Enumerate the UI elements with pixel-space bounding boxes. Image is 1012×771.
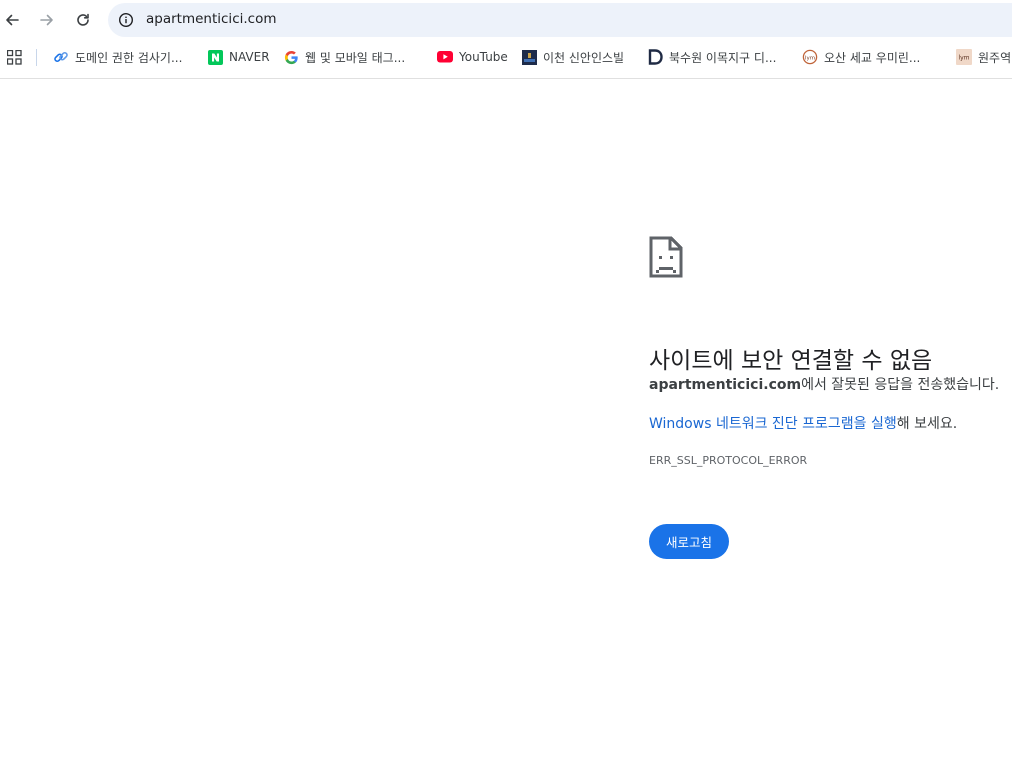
bookmark-label: 도메인 권한 검사기... (75, 50, 183, 65)
bookmark-label: 이천 신안인스빌 (543, 50, 625, 65)
error-host: apartmenticici.com (649, 377, 802, 393)
error-description-text: 에서 잘못된 응답을 전송했습니다. (801, 377, 1000, 393)
svg-text:lym: lym (958, 55, 969, 62)
bookmark-osan-umirin[interactable]: lym 오산 세교 우미린... (802, 44, 920, 70)
url-text[interactable]: apartmenticici.com (146, 11, 277, 27)
youtube-icon (437, 49, 453, 65)
site-info-icon[interactable] (118, 12, 134, 28)
bookmark-label: 북수원 이목지구 디... (669, 50, 777, 65)
svg-text:lym: lym (805, 55, 815, 61)
back-arrow-icon (6, 14, 19, 26)
error-description: apartmenticici.com에서 잘못된 응답을 전송했습니다. (649, 374, 999, 394)
refresh-icon (77, 13, 89, 26)
forward-arrow-icon (40, 14, 53, 26)
bookmark-label: NAVER (229, 50, 270, 64)
lym-square-icon: lym (956, 49, 972, 65)
error-suggestion-text: 해 보세요. (896, 416, 958, 432)
bookmark-icheon-sinan[interactable]: 이천 신안인스빌 (521, 44, 624, 70)
error-suggestion: Windows 네트워크 진단 프로그램을 실행해 보세요. (649, 413, 957, 433)
browser-toolbar: apartmenticici.com 도메인 권한 검사기... NAVER 웹… (0, 0, 1012, 79)
error-title: 사이트에 보안 연결할 수 없음 (649, 348, 933, 375)
bookmark-label: YouTube (459, 50, 508, 64)
bookmark-label: 오산 세교 우미린... (824, 50, 921, 65)
d-logo-icon (647, 49, 663, 65)
bookmarks-divider (36, 49, 37, 66)
apps-grid-icon[interactable] (7, 50, 22, 65)
bookmark-label: 웹 및 모바일 태그... (305, 50, 406, 65)
bookmark-naver[interactable]: NAVER (207, 44, 270, 70)
forward-button[interactable] (35, 8, 59, 32)
lym-circle-icon: lym (802, 49, 818, 65)
reload-toolbar-button[interactable] (71, 8, 95, 32)
site-thumbnail-icon (521, 49, 537, 65)
bookmark-buksuwon[interactable]: 북수원 이목지구 디... (647, 44, 776, 70)
bookmark-youtube[interactable]: YouTube (437, 44, 508, 70)
bookmark-wonju[interactable]: lym 원주역 (956, 44, 1011, 70)
bookmark-label: 원주역 (978, 50, 1012, 65)
link-icon (53, 49, 69, 65)
bookmark-web-mobile-tag[interactable]: 웹 및 모바일 태그... (283, 44, 405, 70)
naver-icon (207, 49, 223, 65)
bookmarks-bar: 도메인 권한 검사기... NAVER 웹 및 모바일 태그... YouTub… (0, 44, 1012, 70)
reload-button[interactable]: 새로고침 (649, 524, 729, 559)
back-button[interactable] (0, 8, 24, 32)
sad-document-icon (649, 236, 683, 278)
error-code: ERR_SSL_PROTOCOL_ERROR (649, 454, 808, 467)
network-diagnostics-link[interactable]: Windows 네트워크 진단 프로그램을 실행 (649, 416, 897, 432)
bookmark-domain-checker[interactable]: 도메인 권한 검사기... (53, 44, 182, 70)
address-bar[interactable]: apartmenticici.com (108, 3, 1012, 37)
google-icon (283, 49, 299, 65)
